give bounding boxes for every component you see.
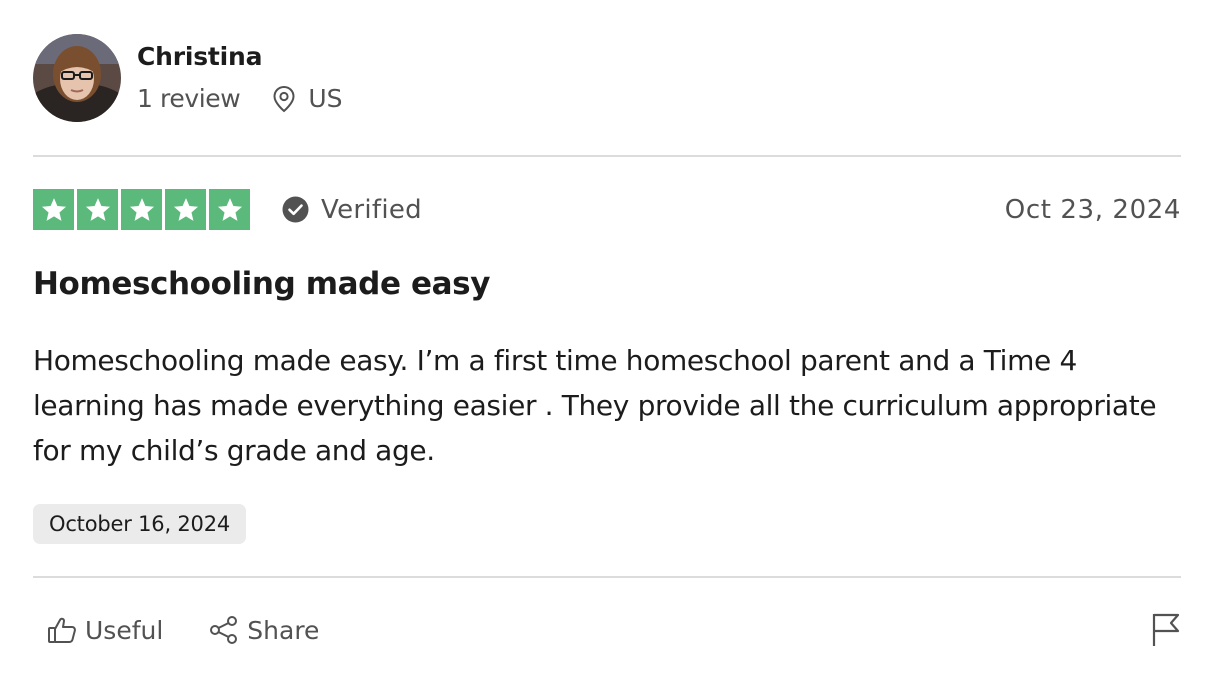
divider — [33, 576, 1181, 578]
experience-date-chip: October 16, 2024 — [33, 504, 247, 544]
star-icon — [165, 189, 206, 230]
useful-button[interactable]: Useful — [47, 610, 163, 650]
location-label: US — [308, 84, 343, 113]
star-rating — [33, 189, 250, 230]
star-icon — [121, 189, 162, 230]
share-icon — [210, 616, 238, 644]
reviewer-meta: 1 review US — [137, 84, 343, 114]
reviewer-location: US — [272, 84, 343, 114]
verified-badge[interactable]: Verified — [282, 195, 422, 225]
divider — [33, 155, 1181, 157]
reviewer-info: Christina 1 review US — [137, 42, 343, 114]
check-circle-icon — [282, 196, 309, 223]
star-icon — [33, 189, 74, 230]
review-count: 1 review — [137, 84, 241, 113]
share-button[interactable]: Share — [209, 610, 319, 650]
flag-icon — [1152, 613, 1180, 646]
review-actions: Useful Share — [47, 610, 319, 650]
reviewer-avatar[interactable] — [33, 34, 121, 122]
review-card: Christina 1 review US Verified Oct 23, 2… — [33, 0, 1181, 675]
thumbs-up-icon — [48, 617, 76, 643]
rating-row: Verified Oct 23, 2024 — [33, 189, 1181, 230]
review-title[interactable]: Homeschooling made easy — [33, 262, 490, 306]
reviewer-name[interactable]: Christina — [137, 42, 343, 72]
location-pin-icon — [273, 85, 295, 113]
review-body: Homeschooling made easy. I’m a first tim… — [33, 344, 1157, 467]
share-label: Share — [247, 615, 320, 645]
experience-date: October 16, 2024 — [49, 512, 231, 536]
star-icon — [77, 189, 118, 230]
report-button[interactable] — [1151, 612, 1181, 648]
useful-label: Useful — [85, 615, 164, 645]
verified-label: Verified — [321, 194, 422, 225]
reviewer-header: Christina 1 review US — [33, 34, 343, 122]
star-icon — [209, 189, 250, 230]
review-date: Oct 23, 2024 — [1004, 194, 1181, 225]
